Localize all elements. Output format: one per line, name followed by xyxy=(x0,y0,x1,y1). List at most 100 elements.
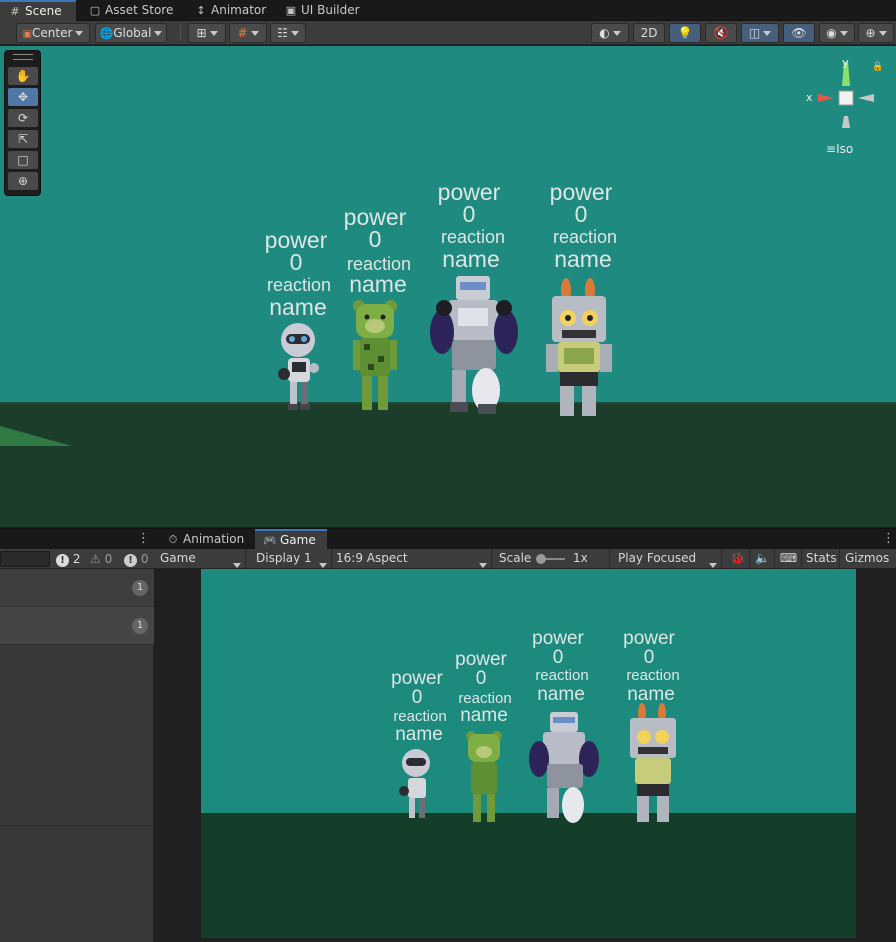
camera-settings-button[interactable]: ◉ xyxy=(819,23,855,43)
scale-value: 1x xyxy=(573,551,588,565)
chevron-down-icon xyxy=(75,31,84,36)
silver-mech-character[interactable] xyxy=(430,272,518,418)
warn-count: 0 xyxy=(104,552,113,566)
space-label: Global xyxy=(113,26,152,40)
console-info-count[interactable]: ! 2 xyxy=(56,550,80,568)
tab-label: Game xyxy=(280,533,316,547)
gizmo-sphere-icon: ⊕ xyxy=(865,26,876,40)
power-label: power xyxy=(391,668,443,689)
list-item[interactable]: 1 xyxy=(0,569,154,607)
orientation-gizmo[interactable]: y x 🔒 ≡Iso xyxy=(806,56,886,168)
move-tool-icon[interactable]: ✥ xyxy=(8,88,38,106)
count-badge: 1 xyxy=(132,618,148,634)
stats-button[interactable]: Stats xyxy=(802,549,840,569)
tab-scene[interactable]: # Scene xyxy=(0,0,76,21)
list-item[interactable]: 1 xyxy=(0,607,154,645)
scale-tool-icon[interactable]: ⇱ xyxy=(8,130,38,148)
stats-label: Stats xyxy=(806,551,837,565)
name-label: name xyxy=(395,724,443,745)
error-count: 0 xyxy=(140,552,149,566)
lock-icon[interactable]: 🔒 xyxy=(872,62,883,72)
tab-ui-builder[interactable]: ▣ UI Builder xyxy=(276,0,370,21)
lighting-toggle-button[interactable]: 💡 xyxy=(669,23,701,43)
name-label: name xyxy=(554,246,612,272)
store-icon: ▢ xyxy=(89,4,101,17)
draw-mode-dropdown[interactable]: ◐ xyxy=(591,23,629,43)
chevron-down-icon xyxy=(209,31,218,36)
scene-viewport[interactable]: ✋ ✥ ⟳ ⇱ □ ⊕ y x 🔒 ≡Iso power 0 reaction … xyxy=(0,46,896,527)
scale-slider-handle[interactable] xyxy=(536,554,546,564)
name-label: name xyxy=(537,684,585,705)
more-options-icon[interactable]: ⋮ xyxy=(882,531,895,546)
increment-snapping-button[interactable]: ☷ xyxy=(270,23,306,43)
power-value: 0 xyxy=(462,201,476,227)
green-bear-character xyxy=(466,731,502,822)
pivot-label: Center xyxy=(32,26,73,40)
name-label: name xyxy=(627,684,675,705)
keyboard-icon[interactable]: ⌨ xyxy=(776,549,802,569)
aspect-label: 16:9 Aspect xyxy=(336,551,408,565)
chevron-down-icon xyxy=(154,31,163,36)
tool-strip: ✋ ✥ ⟳ ⇱ □ ⊕ xyxy=(4,50,41,196)
power-value: 0 xyxy=(368,226,382,252)
lightbulb-icon: 💡 xyxy=(677,26,693,40)
x-axis-label: x xyxy=(806,91,813,104)
more-options-icon[interactable]: ⋮ xyxy=(137,531,150,546)
hand-tool-icon[interactable]: ✋ xyxy=(8,67,38,85)
scene-toolbar: ▣Center 🌐Global ⊞ # ☷ ◐ 2D 💡 🔇 ◫ 👁 ◉ ⊕ xyxy=(0,21,896,45)
silver-mech-character xyxy=(529,712,599,823)
ground-plane xyxy=(0,404,896,527)
ui-builder-icon: ▣ xyxy=(285,4,297,17)
game-viewport[interactable]: power 0 reaction name power 0 reaction n… xyxy=(201,569,856,938)
reaction-label: reaction xyxy=(552,227,618,247)
hidden-objects-toggle-button[interactable]: 👁 xyxy=(783,23,815,43)
bunny-robot-character[interactable] xyxy=(544,278,614,420)
grid-snapping-button[interactable]: ⊞ xyxy=(188,23,226,43)
gizmos-button[interactable]: Gizmos xyxy=(841,549,896,569)
play-mode-dropdown[interactable]: Play Focused xyxy=(614,549,722,569)
power-label: power xyxy=(455,649,507,670)
display-dropdown[interactable]: Display 1 xyxy=(252,549,332,569)
audio-toggle-button[interactable]: 🔇 xyxy=(705,23,737,43)
projection-toggle[interactable]: ≡Iso xyxy=(826,142,853,156)
drag-handle-icon[interactable] xyxy=(13,54,33,60)
reaction-label: reaction xyxy=(266,275,332,295)
console-warn-count[interactable]: ⚠ 0 xyxy=(90,550,112,568)
mute-icon: 🔇 xyxy=(713,26,729,40)
pivot-mode-dropdown[interactable]: ▣Center xyxy=(16,23,90,43)
speaker-icon[interactable]: 🔈 xyxy=(751,549,775,569)
grid-visibility-button[interactable]: # xyxy=(229,23,267,43)
green-bear-character[interactable] xyxy=(350,298,400,414)
2d-toggle-button[interactable]: 2D xyxy=(633,23,665,43)
tab-animator[interactable]: ↕ Animator xyxy=(186,0,276,21)
console-error-count[interactable]: ! 0 xyxy=(124,550,148,568)
pivot-rotation-dropdown[interactable]: 🌐Global xyxy=(95,23,167,43)
shading-icon: ◐ xyxy=(599,26,610,40)
eye-slash-icon: 👁 xyxy=(791,26,807,40)
aspect-dropdown[interactable]: 16:9 Aspect xyxy=(332,549,492,569)
console-search-input[interactable] xyxy=(0,551,50,567)
tab-asset-store[interactable]: ▢ Asset Store xyxy=(80,0,183,21)
bug-icon[interactable]: 🐞 xyxy=(726,549,750,569)
console-panel: 1 1 xyxy=(0,569,154,942)
tab-animation[interactable]: ⏱ Animation xyxy=(158,529,254,550)
pivot-icon: ▣ xyxy=(22,29,33,40)
tab-game[interactable]: 🎮 Game xyxy=(255,529,327,550)
rotate-tool-icon[interactable]: ⟳ xyxy=(8,109,38,127)
white-robot-character[interactable] xyxy=(276,318,322,414)
game-target-dropdown[interactable]: Game xyxy=(156,549,246,569)
panel-divider[interactable] xyxy=(0,825,154,826)
grid-icon: # xyxy=(10,5,20,18)
animation-icon: ⏱ xyxy=(168,533,178,546)
toolbar-separator xyxy=(180,25,181,41)
info-count: 2 xyxy=(72,552,81,566)
transform-tool-icon[interactable]: ⊕ xyxy=(8,172,38,190)
play-mode-label: Play Focused xyxy=(618,551,697,565)
rect-tool-icon[interactable]: □ xyxy=(8,151,38,169)
gizmos-dropdown[interactable]: ⊕ xyxy=(858,23,894,43)
ground-shadow-wedge xyxy=(0,426,72,446)
tab-label: Animator xyxy=(211,3,267,17)
camera-icon: ◉ xyxy=(826,26,837,40)
layers-icon: ◫ xyxy=(748,26,761,40)
effects-toggle-button[interactable]: ◫ xyxy=(741,23,779,43)
